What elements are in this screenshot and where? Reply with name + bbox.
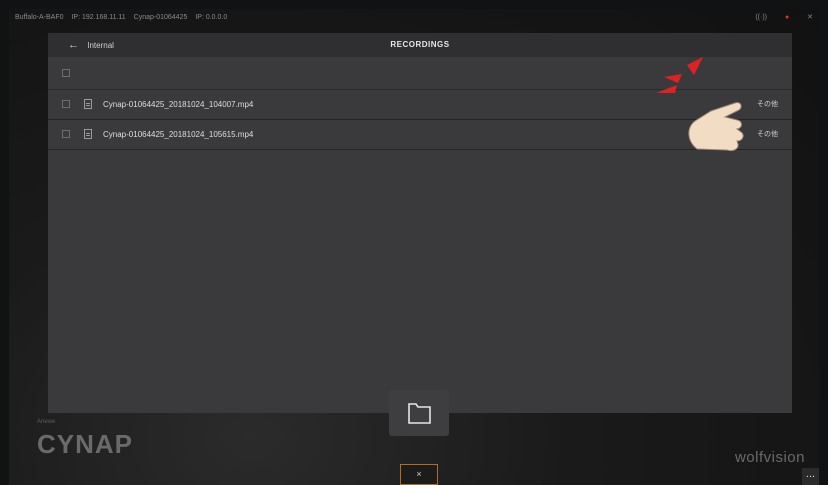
- wifi-status: Buffalo-A-BAF0: [15, 14, 64, 21]
- accessibility-icon[interactable]: ✕: [807, 14, 813, 21]
- cynap-logo: Anewe CYNAP: [37, 419, 134, 460]
- file-checkbox[interactable]: [62, 100, 70, 108]
- close-button[interactable]: ×: [400, 464, 438, 485]
- brand-tagline: Anewe: [37, 419, 56, 425]
- wolfvision-logo: wolfvision: [734, 449, 805, 466]
- document-icon: [84, 129, 92, 139]
- mic-icon[interactable]: ●: [785, 14, 789, 21]
- status-left: Buffalo-A-BAF0 IP: 192.168.11.11 Cynap-0…: [15, 9, 233, 27]
- ip-status: IP: 192.168.11.11: [71, 14, 126, 21]
- document-icon: [84, 99, 92, 109]
- alert-mark-icon: [656, 85, 677, 93]
- broadcast-icon[interactable]: ((·)): [755, 14, 767, 21]
- file-name: Cynap-01064425_20181024_105615.mp4: [103, 130, 254, 139]
- lan-ip-status: IP: 0.0.0.0: [195, 14, 228, 21]
- folder-button[interactable]: [389, 390, 449, 436]
- status-right: ((·)) ● ✕: [739, 9, 813, 27]
- file-checkbox[interactable]: [62, 130, 70, 138]
- status-bar: Buffalo-A-BAF0 IP: 192.168.11.11 Cynap-0…: [9, 9, 819, 27]
- cynap-logo-text: CYNAP: [37, 429, 134, 459]
- hand-icon: [688, 102, 744, 152]
- device-screen: Buffalo-A-BAF0 IP: 192.168.11.11 Cynap-0…: [9, 9, 819, 485]
- folder-icon: [408, 403, 431, 424]
- file-name: Cynap-01064425_20181024_104007.mp4: [103, 100, 254, 109]
- alert-mark-icon: [687, 57, 703, 75]
- menu-button[interactable]: ...: [802, 468, 819, 485]
- device-name: Cynap-01064425: [133, 14, 188, 21]
- pointing-hand-illustration: [656, 57, 744, 152]
- alert-mark-icon: [664, 74, 682, 83]
- select-all-checkbox[interactable]: [62, 69, 70, 77]
